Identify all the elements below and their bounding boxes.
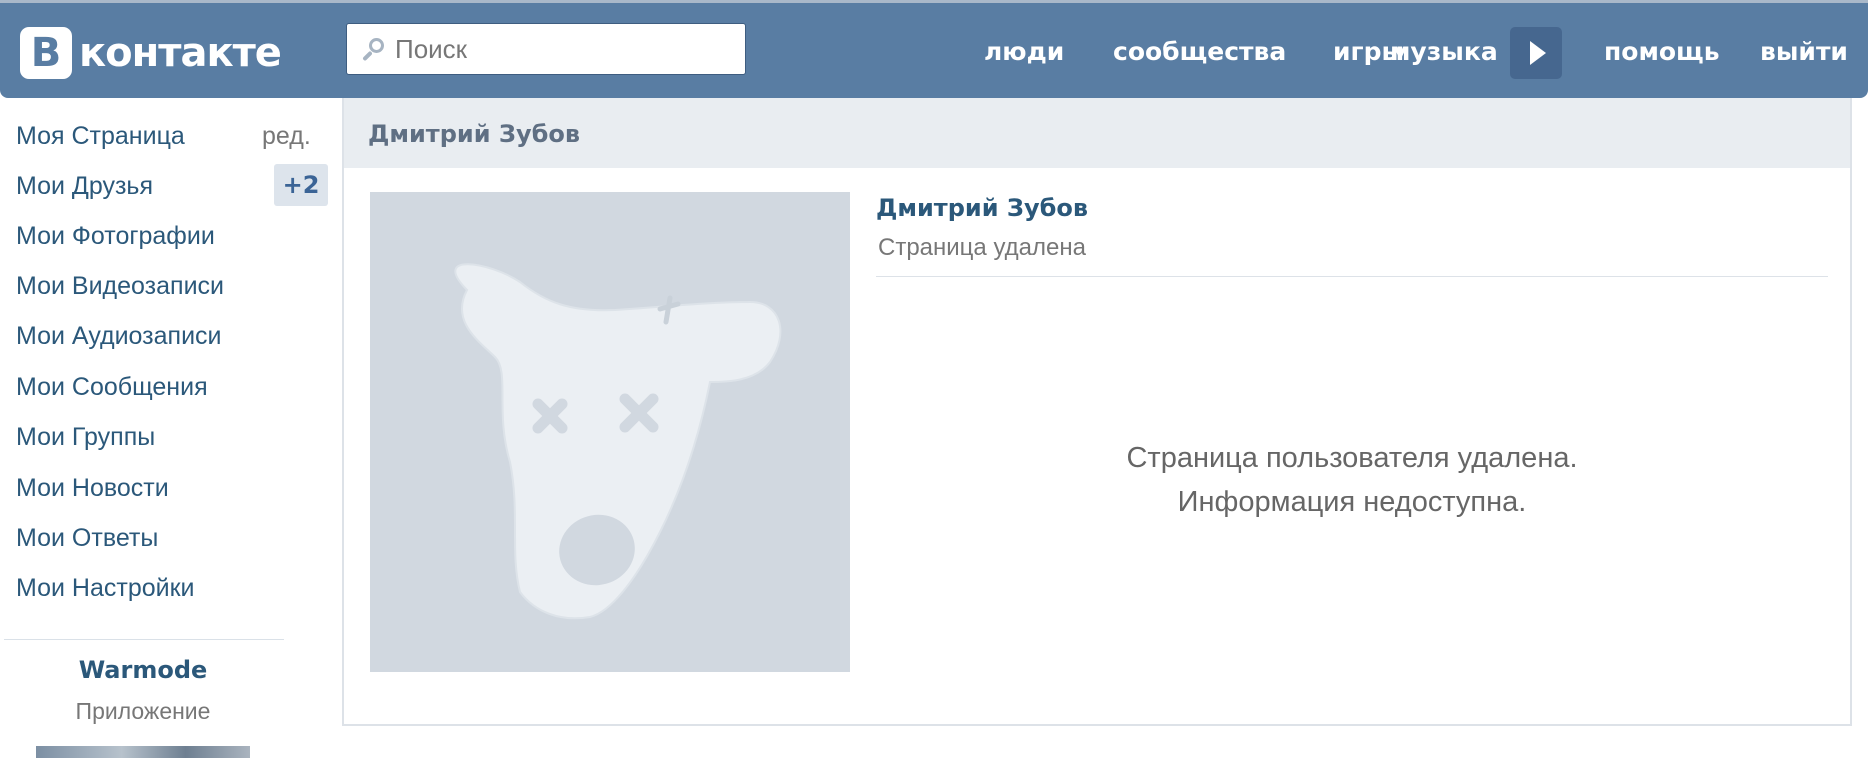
deleted-message-line2: Информация недоступна.: [1177, 486, 1527, 518]
sidebar-item-groups[interactable]: Мои Группы: [16, 423, 155, 452]
nav-help[interactable]: помощь: [1604, 37, 1720, 66]
search-icon: [361, 36, 387, 62]
profile-name[interactable]: Дмитрий Зубов: [876, 194, 1088, 222]
profile-panel: Дмитрий Зубов Дмитрий Зубов Страница уда…: [342, 98, 1852, 726]
sidebar-item-settings[interactable]: Мои Настройки: [16, 574, 195, 603]
nav-communities[interactable]: сообщества: [1113, 37, 1286, 66]
sidebar-item-friends[interactable]: Мои Друзья: [16, 172, 153, 201]
edit-link[interactable]: ред.: [262, 122, 311, 151]
vk-logo[interactable]: В контакте: [20, 27, 282, 79]
app-type-label: Приложение: [75, 698, 211, 724]
app-name-link[interactable]: Warmode: [0, 656, 286, 684]
sidebar-item-messages[interactable]: Мои Сообщения: [16, 373, 208, 402]
sidebar-item-my-page[interactable]: Моя Страница: [16, 122, 185, 151]
deleted-avatar: [370, 192, 850, 672]
nav-people[interactable]: люди: [984, 37, 1064, 66]
play-icon: [1530, 41, 1546, 65]
logo-letter-box: В: [20, 27, 72, 79]
sidebar-item-news[interactable]: Мои Новости: [16, 474, 169, 503]
nav-logout[interactable]: выйти: [1760, 37, 1848, 66]
sidebar-divider: [4, 639, 284, 640]
panel-header: Дмитрий Зубов: [344, 98, 1850, 168]
search-input[interactable]: [395, 33, 715, 65]
deleted-message: Страница пользователя удалена. Информаци…: [876, 436, 1828, 524]
sidebar-item-answers[interactable]: Мои Ответы: [16, 524, 158, 553]
app-thumbnail[interactable]: [36, 746, 250, 758]
sidebar-item-videos[interactable]: Мои Видеозаписи: [16, 272, 224, 301]
sidebar-item-photos[interactable]: Мои Фотографии: [16, 222, 215, 251]
search-box[interactable]: [346, 23, 746, 75]
music-play-button[interactable]: [1510, 27, 1562, 79]
top-header: В контакте люди сообщества игры музыка п…: [0, 0, 1868, 98]
sidebar-item-audio[interactable]: Мои Аудиозаписи: [16, 322, 222, 351]
info-divider: [876, 276, 1828, 277]
deleted-dog-icon: [454, 263, 782, 620]
page-title: Дмитрий Зубов: [368, 120, 581, 148]
profile-status: Страница удалена: [878, 234, 1086, 261]
friends-count-badge[interactable]: +2: [274, 164, 328, 206]
deleted-message-line1: Страница пользователя удалена.: [1126, 442, 1578, 474]
logo-text: контакте: [79, 30, 282, 76]
nav-music[interactable]: музыка: [1390, 37, 1498, 66]
